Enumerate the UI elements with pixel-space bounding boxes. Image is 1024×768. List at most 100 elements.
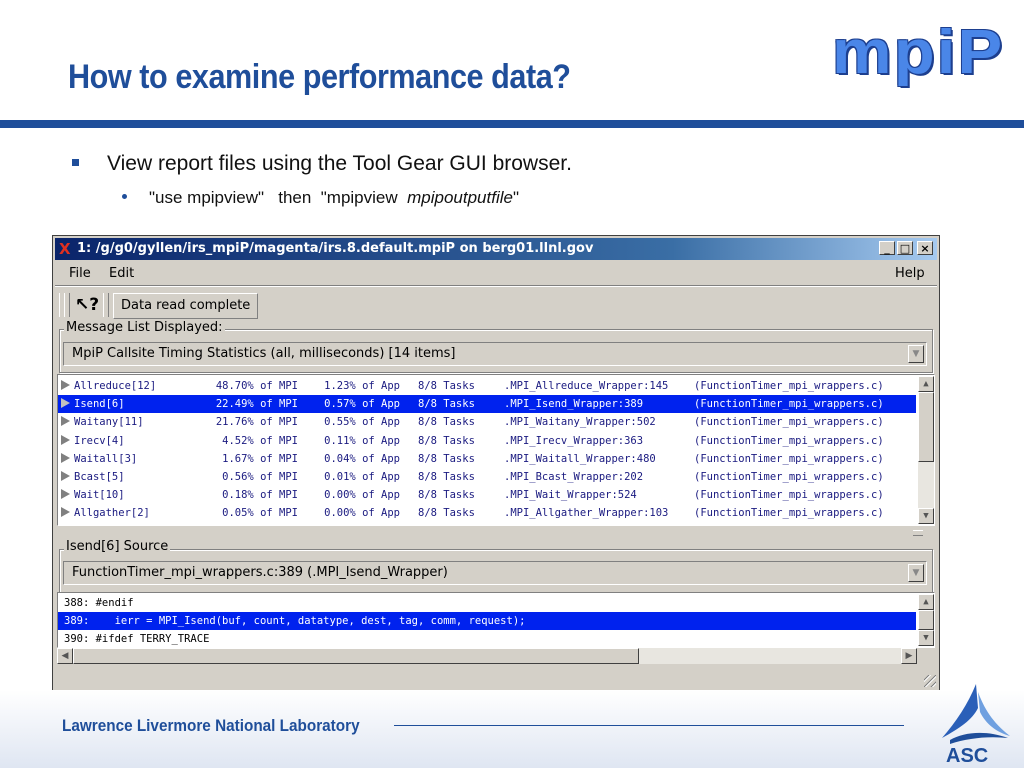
window-titlebar[interactable]: X 1: /g/g0/gyllen/irs_mpiP/magenta/irs.8… xyxy=(55,238,937,260)
expand-triangle-icon[interactable] xyxy=(61,416,70,427)
callsite-tasks: 8/8 Tasks xyxy=(418,434,475,447)
mpip-logo: mpiP xyxy=(832,18,1005,87)
title-divider xyxy=(0,120,1024,128)
menu-bar: File Edit Help xyxy=(55,262,937,284)
callsite-mpi-pct: 22.49% of MPI xyxy=(215,398,298,411)
callsite-row[interactable]: Waitany[11] 21.76% of MPI 0.55% of App 8/8 … xyxy=(58,413,916,431)
scroll-up-icon[interactable]: ▲ xyxy=(918,376,934,392)
footer-divider xyxy=(394,725,904,726)
menu-file[interactable]: File xyxy=(69,266,91,281)
resize-grip-icon[interactable] xyxy=(924,675,936,687)
callsite-tasks: 8/8 Tasks xyxy=(418,398,475,411)
scroll-up-icon[interactable]: ▲ xyxy=(918,594,934,610)
expand-triangle-icon[interactable] xyxy=(61,398,70,409)
source-file-value: FunctionTimer_mpi_wrappers.c:389 (.MPI_I… xyxy=(72,565,448,580)
sub-bullet-text-2: " xyxy=(512,188,519,207)
callsite-row[interactable]: Waitall[3] 1.67% of MPI 0.04% of App 8/8 Ta… xyxy=(58,450,916,468)
callsite-app-pct: 0.00% of App xyxy=(324,507,400,520)
callsite-row[interactable]: Allreduce[12] 48.70% of MPI 1.23% of App 8/… xyxy=(58,377,916,395)
scroll-right-icon[interactable]: ▶ xyxy=(901,648,917,664)
sub-bullet-italic: mpipoutputfile xyxy=(407,188,513,207)
callsite-tasks: 8/8 Tasks xyxy=(418,380,475,392)
x-app-icon[interactable]: X xyxy=(59,240,71,258)
callsite-name: Isend[6] xyxy=(74,398,125,411)
callsite-row[interactable]: Wait[10] 0.18% of MPI 0.00% of App 8/8 Task… xyxy=(58,486,916,504)
message-list-value: MpiP Callsite Timing Statistics (all, mi… xyxy=(72,346,456,361)
menu-divider xyxy=(55,285,937,287)
message-list-select[interactable]: MpiP Callsite Timing Statistics (all, mi… xyxy=(63,342,927,366)
callsite-mpi-pct: 0.56% of MPI xyxy=(222,471,298,483)
callsite-name: Bcast[5] xyxy=(74,471,125,483)
sub-bullet-text-1: "use mpipview" then "mpipview xyxy=(149,188,408,207)
callsite-vertical-scrollbar[interactable]: ▲ ▼ xyxy=(918,376,934,524)
expand-triangle-icon[interactable] xyxy=(61,380,70,390)
callsite-app-pct: 1.23% of App xyxy=(324,380,400,392)
callsite-mpi-pct: 0.05% of MPI xyxy=(222,507,298,520)
scroll-thumb[interactable] xyxy=(918,392,934,462)
callsite-name: Allgather[2] xyxy=(74,507,150,520)
source-file-select[interactable]: FunctionTimer_mpi_wrappers.c:389 (.MPI_I… xyxy=(63,561,927,585)
toolbar-grip-3 xyxy=(103,293,109,317)
toolbar-grip-2[interactable] xyxy=(64,293,70,317)
callsite-row[interactable]: Irecv[4] 4.52% of MPI 0.11% of App 8/8 Task… xyxy=(58,432,916,450)
mpipview-window: X 1: /g/g0/gyllen/irs_mpiP/magenta/irs.8… xyxy=(52,235,940,691)
callsite-name: Wait[10] xyxy=(74,489,125,502)
callsite-file: (FunctionTimer_mpi_wrappers.c) xyxy=(694,489,884,502)
dropdown-arrow-icon[interactable]: ▼ xyxy=(908,564,924,582)
expand-triangle-icon[interactable] xyxy=(61,507,70,518)
callsite-wrapper: .MPI_Waitall_Wrapper:480 xyxy=(504,452,656,465)
scroll-left-icon[interactable]: ◀ xyxy=(57,648,73,664)
callsite-row[interactable]: Allgather[2] 0.05% of MPI 0.00% of App 8/8 … xyxy=(58,504,916,522)
window-title: 1: /g/g0/gyllen/irs_mpiP/magenta/irs.8.d… xyxy=(77,241,594,256)
source-horizontal-scrollbar[interactable]: ◀ ▶ xyxy=(57,648,917,664)
callsite-name: Allreduce[12] xyxy=(74,380,157,392)
callsite-tasks: 8/8 Tasks xyxy=(418,489,475,502)
callsite-tasks: 8/8 Tasks xyxy=(418,452,475,465)
dropdown-arrow-icon[interactable]: ▼ xyxy=(908,345,924,363)
callsite-wrapper: .MPI_Wait_Wrapper:524 xyxy=(504,489,637,502)
callsite-list[interactable]: Allgather[2] 0.05% of MPI 0.00% of App 8/8 … xyxy=(57,374,935,526)
callsite-mpi-pct: 48.70% of MPI xyxy=(215,380,298,392)
source-line[interactable]: 389: ierr = MPI_Isend(buf, count, dataty… xyxy=(58,612,916,630)
source-listing[interactable]: 390: #ifdef TERRY_TRACE 389: ierr = MPI_I… xyxy=(57,592,935,648)
callsite-app-pct: 0.11% of App xyxy=(324,434,400,447)
asc-logo-text: ASC xyxy=(946,745,988,766)
menu-help[interactable]: Help xyxy=(895,266,925,281)
callsite-file: (FunctionTimer_mpi_wrappers.c) xyxy=(694,416,884,429)
source-line[interactable]: 388: #endif xyxy=(58,594,916,612)
asc-logo: ASC xyxy=(942,684,1010,766)
callsite-app-pct: 0.04% of App xyxy=(324,452,400,465)
whats-this-help-icon[interactable]: ↖? xyxy=(75,293,99,317)
callsite-tasks: 8/8 Tasks xyxy=(418,416,475,429)
expand-triangle-icon[interactable] xyxy=(61,489,70,500)
scroll-down-icon[interactable]: ▼ xyxy=(918,508,934,524)
callsite-app-pct: 0.00% of App xyxy=(324,489,400,502)
callsite-mpi-pct: 21.76% of MPI xyxy=(215,416,298,429)
source-line[interactable]: 390: #ifdef TERRY_TRACE xyxy=(58,630,916,647)
callsite-tasks: 8/8 Tasks xyxy=(418,471,475,483)
callsite-row[interactable]: Bcast[5] 0.56% of MPI 0.01% of App 8/8 Task… xyxy=(58,468,916,486)
close-button[interactable]: × xyxy=(917,241,933,255)
minimize-button[interactable]: _ xyxy=(879,241,895,255)
source-vertical-scrollbar[interactable]: ▲ ▼ xyxy=(918,594,934,646)
callsite-file: (FunctionTimer_mpi_wrappers.c) xyxy=(694,471,884,483)
source-group-label: Isend[6] Source xyxy=(64,539,171,554)
expand-triangle-icon[interactable] xyxy=(61,434,70,445)
pane-splitter[interactable] xyxy=(913,530,923,536)
scroll-down-icon[interactable]: ▼ xyxy=(918,630,934,646)
callsite-wrapper: .MPI_Waitany_Wrapper:502 xyxy=(504,416,656,429)
bullet-point: View report files using the Tool Gear GU… xyxy=(72,152,572,176)
menu-edit[interactable]: Edit xyxy=(109,266,134,281)
scroll-thumb[interactable] xyxy=(918,610,934,630)
status-message: Data read complete xyxy=(113,293,259,319)
callsite-wrapper: .MPI_Isend_Wrapper:389 xyxy=(504,398,644,411)
bullet-text: View report files using the Tool Gear GU… xyxy=(107,152,572,175)
maximize-button[interactable]: □ xyxy=(897,241,913,255)
horizontal-scroll-thumb[interactable] xyxy=(73,648,639,664)
callsite-file: (FunctionTimer_mpi_wrappers.c) xyxy=(694,398,884,411)
callsite-row[interactable]: Isend[6] 22.49% of MPI 0.57% of App 8/8 Tas… xyxy=(58,395,916,414)
expand-triangle-icon[interactable] xyxy=(61,471,70,481)
message-list-label: Message List Displayed: xyxy=(64,320,225,335)
expand-triangle-icon[interactable] xyxy=(61,452,70,463)
callsite-wrapper: .MPI_Allreduce_Wrapper:145 xyxy=(504,380,669,392)
